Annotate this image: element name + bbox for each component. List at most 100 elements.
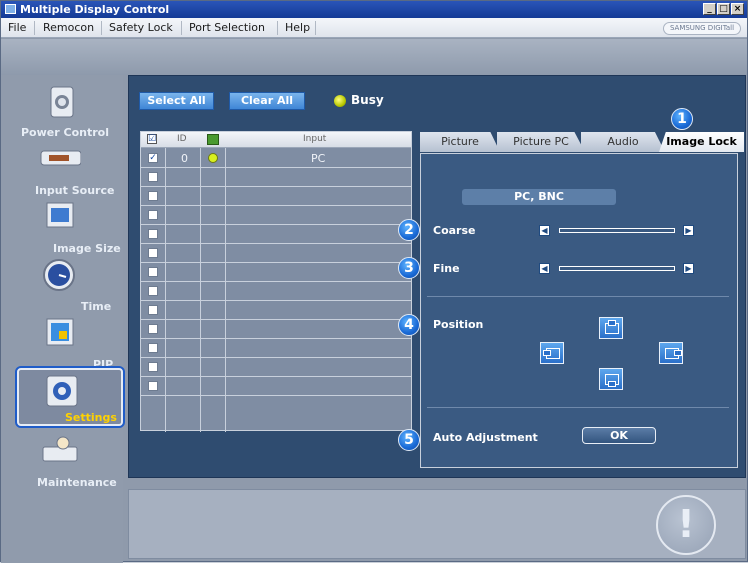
row-checkbox[interactable]	[148, 210, 158, 220]
row-checkbox[interactable]	[148, 172, 158, 182]
row-checkbox[interactable]	[148, 248, 158, 258]
menu-remocon[interactable]: Remocon	[43, 21, 94, 34]
brand-logo: SAMSUNG DIGITall	[663, 22, 741, 35]
table-row[interactable]	[141, 168, 411, 187]
menu-help[interactable]: Help	[285, 21, 310, 34]
step-badge-5: 5	[398, 429, 420, 451]
menu-safety-lock[interactable]: Safety Lock	[109, 21, 173, 34]
position-up-button[interactable]	[599, 317, 623, 339]
coarse-label: Coarse	[433, 224, 476, 237]
coarse-increase-button[interactable]: ▶	[683, 225, 694, 236]
row-checkbox[interactable]	[148, 324, 158, 334]
column-header-id: ID	[177, 134, 187, 144]
coarse-decrease-button[interactable]: ◀	[539, 225, 550, 236]
sidebar: Power Control Input Source Image Size Ti…	[1, 75, 125, 563]
divider	[427, 407, 729, 408]
divider	[427, 296, 729, 297]
table-row[interactable]	[141, 206, 411, 225]
sidebar-item-label: Power Control	[21, 126, 109, 139]
table-row[interactable]	[141, 358, 411, 377]
settings-icon	[46, 375, 78, 407]
sidebar-item-label: Image Size	[53, 242, 121, 255]
tab-picture-pc[interactable]: Picture PC	[497, 132, 585, 152]
menu-file[interactable]: File	[8, 21, 26, 34]
row-checkbox[interactable]	[148, 286, 158, 296]
position-down-button[interactable]	[599, 368, 623, 390]
fine-increase-button[interactable]: ▶	[683, 263, 694, 274]
app-icon	[5, 4, 16, 14]
position-left-button[interactable]	[540, 342, 564, 364]
table-row[interactable]	[141, 301, 411, 320]
position-left-icon	[543, 348, 560, 359]
close-button[interactable]: ×	[731, 3, 744, 15]
position-down-icon	[605, 374, 619, 387]
table-row[interactable]: ✓ 0 PC	[141, 149, 411, 168]
header-strip	[1, 39, 747, 75]
position-right-icon	[665, 348, 682, 359]
minimize-button[interactable]: _	[703, 3, 716, 15]
tab-picture[interactable]: Picture	[420, 132, 500, 152]
row-status-icon	[208, 153, 218, 163]
sidebar-item-image-size[interactable]: Image Size	[15, 199, 121, 257]
status-indicator-icon	[334, 95, 346, 107]
table-row[interactable]	[141, 339, 411, 358]
step-badge-1: 1	[671, 108, 693, 130]
sidebar-item-label: Input Source	[35, 184, 115, 197]
tab-image-lock[interactable]: Image Lock	[659, 132, 744, 152]
sidebar-item-label: Maintenance	[37, 476, 117, 489]
table-row[interactable]	[141, 263, 411, 282]
table-row[interactable]	[141, 187, 411, 206]
ok-button[interactable]: OK	[582, 427, 656, 444]
clock-icon	[43, 259, 75, 291]
sidebar-item-power-control[interactable]: Power Control	[15, 83, 121, 141]
auto-adjustment-label: Auto Adjustment	[433, 431, 538, 444]
row-checkbox[interactable]	[148, 305, 158, 315]
step-badge-3: 3	[398, 257, 420, 279]
input-source-icon	[40, 150, 81, 166]
tab-audio[interactable]: Audio	[581, 132, 665, 152]
sidebar-item-settings[interactable]: Settings	[15, 366, 125, 428]
row-input: PC	[311, 152, 326, 165]
row-checkbox[interactable]	[148, 343, 158, 353]
table-row[interactable]	[141, 244, 411, 263]
position-label: Position	[433, 318, 484, 331]
row-id: 0	[181, 152, 188, 165]
sidebar-item-time[interactable]: Time	[15, 257, 121, 315]
table-row[interactable]	[141, 377, 411, 396]
row-checkbox[interactable]	[148, 381, 158, 391]
row-checkbox[interactable]: ✓	[148, 153, 158, 163]
main-panel: Select All Clear All Busy ☑ ID Input ✓ 0 P…	[128, 75, 746, 478]
fine-decrease-button[interactable]: ◀	[539, 263, 550, 274]
sidebar-item-maintenance[interactable]: Maintenance	[15, 433, 121, 491]
row-checkbox[interactable]	[148, 267, 158, 277]
row-checkbox[interactable]	[148, 362, 158, 372]
step-badge-2: 2	[398, 219, 420, 241]
position-up-icon	[605, 320, 619, 334]
table-header: ☑ ID Input	[141, 132, 411, 148]
message-area	[128, 489, 746, 559]
table-row[interactable]	[141, 225, 411, 244]
column-header-input: Input	[303, 134, 327, 144]
fine-slider[interactable]	[559, 266, 675, 271]
position-right-button[interactable]	[659, 342, 683, 364]
menu-port-selection[interactable]: Port Selection	[189, 21, 265, 34]
clear-all-button[interactable]: Clear All	[229, 92, 305, 110]
title-bar: Multiple Display Control _ □ ×	[1, 1, 747, 18]
sidebar-item-label: Settings	[65, 411, 117, 424]
step-badge-4: 4	[398, 314, 420, 336]
coarse-slider[interactable]	[559, 228, 675, 233]
row-checkbox[interactable]	[148, 191, 158, 201]
menu-bar: File Remocon Safety Lock Port Selection …	[1, 18, 747, 38]
status-column-icon	[207, 134, 219, 145]
table-row[interactable]	[141, 282, 411, 301]
maximize-button[interactable]: □	[717, 3, 730, 15]
sidebar-item-pip[interactable]: PIP	[15, 315, 121, 373]
sidebar-item-input-source[interactable]: Input Source	[15, 141, 121, 199]
window-title: Multiple Display Control	[20, 3, 170, 16]
sidebar-item-label: Time	[81, 300, 112, 313]
select-all-button[interactable]: Select All	[139, 92, 214, 110]
pip-icon	[46, 318, 74, 346]
table-row[interactable]	[141, 320, 411, 339]
select-all-checkbox[interactable]: ☑	[147, 134, 157, 144]
row-checkbox[interactable]	[148, 229, 158, 239]
